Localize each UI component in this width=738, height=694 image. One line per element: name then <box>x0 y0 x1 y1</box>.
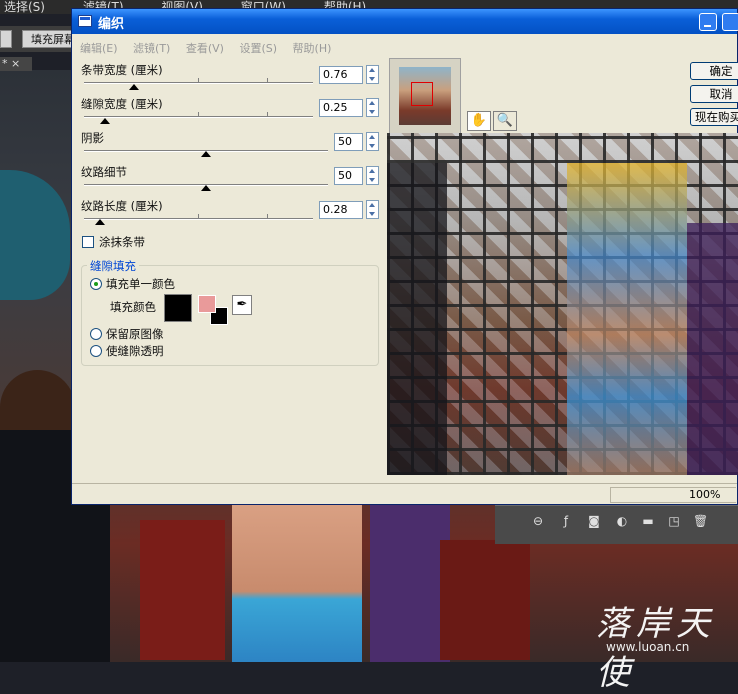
preview-girl <box>567 163 687 475</box>
texture-detail-thumb[interactable] <box>201 185 211 191</box>
texture-detail-input[interactable]: 50 <box>334 167 363 185</box>
preview-person-purple <box>687 223 738 475</box>
buy-now-button[interactable]: 现在购买 <box>690 108 738 126</box>
canvas-chair <box>140 520 225 660</box>
canvas-chair-right <box>440 540 530 660</box>
slider-tick <box>198 78 199 82</box>
shadow-label: 阴影 <box>81 131 104 145</box>
gap-width-label: 缝隙宽度 (厘米) <box>81 97 163 111</box>
dlg-menu-settings[interactable]: 设置(S) <box>239 42 277 55</box>
slider-tick <box>267 112 268 116</box>
dialog-menubar: 编辑(E) 滤镜(T) 查看(V) 设置(S) 帮助(H) <box>80 40 343 56</box>
strip-width-input[interactable]: 0.76 <box>319 66 363 84</box>
texture-length-label: 纹路长度 (厘米) <box>81 199 163 213</box>
texture-detail-label: 纹路细节 <box>81 165 127 179</box>
preview-person-dark <box>387 163 447 475</box>
canvas-girl <box>232 505 362 662</box>
link-icon[interactable]: ⊖ <box>531 514 545 528</box>
slider-tick <box>267 214 268 218</box>
dlg-menu-edit[interactable]: 编辑(E) <box>80 42 118 55</box>
keep-original-radio[interactable] <box>90 328 102 340</box>
folder-icon[interactable]: ▬ <box>641 514 655 528</box>
maximize-button[interactable] <box>722 13 738 31</box>
gap-width-input[interactable]: 0.25 <box>319 99 363 117</box>
mask-icon[interactable]: ◙ <box>587 514 601 528</box>
zoom-level: 100% <box>610 487 736 503</box>
options-button-fragment[interactable] <box>0 30 12 48</box>
transparent-gap-label: 使缝隙透明 <box>106 344 164 358</box>
shadow-input[interactable]: 50 <box>334 133 363 151</box>
shadow-thumb[interactable] <box>201 151 211 157</box>
fill-single-color-radio[interactable] <box>90 278 102 290</box>
thumbnail-selection-frame[interactable] <box>411 82 433 106</box>
weave-dialog: 编织 编辑(E) 滤镜(T) 查看(V) 设置(S) 帮助(H) 条带宽度 (厘… <box>71 8 738 505</box>
texture-length-track[interactable] <box>84 218 313 220</box>
dlg-menu-filter[interactable]: 滤镜(T) <box>133 42 170 55</box>
strip-width-thumb[interactable] <box>129 84 140 90</box>
slider-tick <box>198 214 199 218</box>
canvas-person-purple <box>370 505 450 662</box>
texture-length-input[interactable]: 0.28 <box>319 201 363 219</box>
layers-panel-footer: ⊖ ƒ ◙ ◐ ▬ ◳ 🗑 <box>495 505 738 544</box>
menu-select[interactable]: 选择(S) <box>4 0 45 14</box>
document-tab[interactable]: * × <box>0 57 32 71</box>
trash-icon[interactable]: 🗑 <box>693 514 708 528</box>
window-icon <box>78 15 92 27</box>
eyedropper-icon[interactable]: ✒ <box>232 295 252 315</box>
weave-preview[interactable] <box>387 133 738 475</box>
strip-width-track[interactable] <box>84 82 313 84</box>
fill-color-label: 填充颜色 <box>110 300 156 314</box>
new-layer-icon[interactable]: ◳ <box>667 514 681 528</box>
gap-width-track[interactable] <box>84 116 313 118</box>
fill-color-swatch[interactable] <box>164 294 192 322</box>
ok-button[interactable]: 确定 <box>690 62 738 80</box>
gap-width-thumb[interactable] <box>99 118 110 124</box>
keep-original-label: 保留原图像 <box>106 327 164 341</box>
gap-fill-title: 缝隙填充 <box>87 258 139 274</box>
fill-screen-button[interactable]: 填充屏幕 <box>22 30 77 48</box>
gap-width-spinner[interactable] <box>366 98 379 117</box>
dialog-titlebar[interactable]: 编织 <box>72 9 738 34</box>
fx-icon[interactable]: ƒ <box>559 514 573 528</box>
hand-tool-icon[interactable]: ✋ <box>467 111 491 131</box>
texture-length-spinner[interactable] <box>366 200 379 219</box>
smear-strips-checkbox[interactable] <box>82 236 94 248</box>
texture-detail-spinner[interactable] <box>366 166 379 185</box>
navigator-thumbnail[interactable] <box>389 58 461 134</box>
slider-tick <box>267 78 268 82</box>
strip-width-spinner[interactable] <box>366 65 379 84</box>
minimize-button[interactable] <box>699 13 717 31</box>
adjustment-icon[interactable]: ◐ <box>615 514 629 528</box>
transparent-gap-radio[interactable] <box>90 345 102 357</box>
watermark-url: www.luoan.cn <box>606 640 690 654</box>
slider-tick <box>198 112 199 116</box>
fill-single-color-label: 填充单一颜色 <box>106 277 175 291</box>
dlg-menu-help[interactable]: 帮助(H) <box>293 42 332 55</box>
shadow-spinner[interactable] <box>366 132 379 151</box>
dialog-title: 编织 <box>98 17 125 32</box>
foreground-color-swatch[interactable] <box>198 295 216 313</box>
zoom-tool-icon[interactable]: 🔍 <box>493 111 517 131</box>
dlg-menu-view[interactable]: 查看(V) <box>186 42 224 55</box>
strip-width-label: 条带宽度 (厘米) <box>81 63 163 77</box>
smear-strips-label: 涂抹条带 <box>99 235 145 249</box>
texture-length-thumb[interactable] <box>95 219 106 225</box>
cancel-button[interactable]: 取消 <box>690 85 738 103</box>
